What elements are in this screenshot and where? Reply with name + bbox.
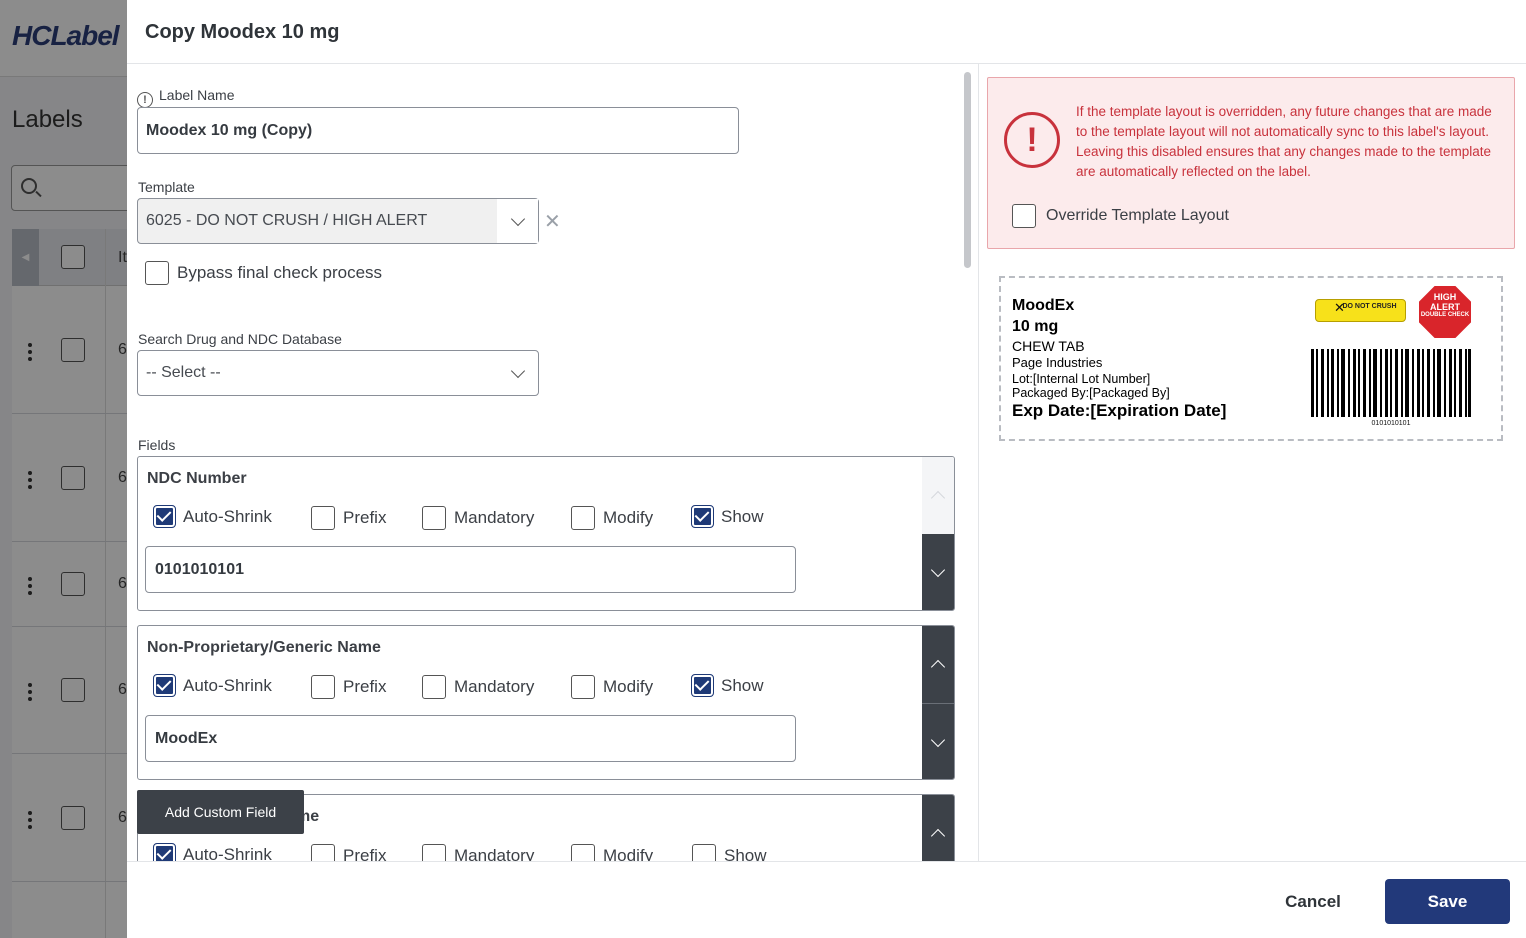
clear-template-icon[interactable]: ✕ (544, 209, 561, 234)
barcode-number: 0101010101 (1371, 420, 1411, 427)
field-value-input[interactable]: 0101010101 (145, 546, 796, 593)
field-value-input[interactable]: MoodEx (145, 715, 796, 762)
label-name-label: ! Label Name (137, 87, 235, 108)
label-preview: MoodEx 10 mg CHEW TAB Page Industries Lo… (999, 276, 1503, 441)
template-select[interactable]: 6025 - DO NOT CRUSH / HIGH ALERT (137, 198, 539, 244)
auto-shrink-option[interactable]: Auto-Shrink (153, 843, 272, 861)
cancel-button[interactable]: Cancel (1277, 880, 1349, 924)
prefix-checkbox[interactable] (311, 675, 335, 699)
move-up-button[interactable] (922, 457, 954, 534)
modify-checkbox[interactable] (571, 844, 595, 861)
chevron-down-icon (930, 562, 946, 578)
show-checkbox[interactable] (691, 505, 714, 528)
mandatory-checkbox[interactable] (422, 844, 446, 861)
save-button[interactable]: Save (1385, 879, 1510, 924)
bypass-final-check[interactable]: Bypass final check process (145, 261, 382, 285)
show-option[interactable]: Show (691, 674, 764, 697)
barcode-icon (1311, 349, 1471, 417)
override-warning: ! If the template layout is overridden, … (987, 77, 1515, 249)
prefix-checkbox[interactable] (311, 844, 335, 861)
mandatory-checkbox[interactable] (422, 675, 446, 699)
preview-pane: ! If the template layout is overridden, … (978, 64, 1526, 861)
chevron-down-icon (930, 732, 946, 748)
mandatory-checkbox[interactable] (422, 506, 446, 530)
fields-label: Fields (138, 437, 176, 453)
mandatory-option[interactable]: Mandatory (422, 844, 534, 861)
add-custom-field-button[interactable]: Add Custom Field (137, 790, 304, 834)
chevron-up-icon (930, 828, 946, 844)
do-not-crush-icon: DO NOT CRUSH (1315, 299, 1406, 322)
field-title: NDC Number (147, 470, 247, 487)
template-label: Template (138, 179, 195, 195)
modal-header: Copy Moodex 10 mg (127, 0, 1526, 64)
show-checkbox[interactable] (692, 844, 716, 861)
modify-option[interactable]: Modify (571, 844, 653, 861)
chevron-up-icon (930, 490, 946, 506)
preview-form: CHEW TAB (1012, 338, 1085, 354)
override-checkbox[interactable] (1012, 204, 1036, 228)
bypass-checkbox[interactable] (145, 261, 169, 285)
chevron-up-icon (930, 659, 946, 675)
preview-lot: Lot:[Internal Lot Number] (1012, 372, 1151, 386)
high-alert-icon: HIGH ALERT DOUBLE CHECK (1419, 286, 1471, 338)
override-template-layout[interactable]: Override Template Layout (1012, 204, 1229, 228)
chevron-down-icon[interactable] (497, 351, 538, 395)
label-form: ! Label Name Moodex 10 mg (Copy) Template… (127, 64, 978, 861)
mandatory-option[interactable]: Mandatory (422, 506, 534, 530)
move-up-button[interactable] (922, 795, 954, 861)
scrollbar-thumb[interactable] (964, 72, 971, 268)
show-option[interactable]: Show (691, 505, 764, 528)
prefix-option[interactable]: Prefix (311, 675, 386, 699)
modify-checkbox[interactable] (571, 506, 595, 530)
mandatory-option[interactable]: Mandatory (422, 675, 534, 699)
preview-exp-date: Exp Date:[Expiration Date] (1012, 401, 1227, 420)
search-drug-select[interactable]: -- Select -- (137, 350, 539, 396)
prefix-option[interactable]: Prefix (311, 506, 386, 530)
modal-title: Copy Moodex 10 mg (145, 21, 340, 43)
show-checkbox[interactable] (691, 674, 714, 697)
modify-checkbox[interactable] (571, 675, 595, 699)
auto-shrink-option[interactable]: Auto-Shrink (153, 674, 272, 697)
warning-text: If the template layout is overridden, an… (1076, 104, 1492, 179)
auto-shrink-checkbox[interactable] (153, 674, 176, 697)
move-up-button[interactable] (922, 626, 954, 703)
copy-label-modal: Copy Moodex 10 mg ! Label Name Moodex 10 … (127, 0, 1526, 938)
prefix-checkbox[interactable] (311, 506, 335, 530)
chevron-down-icon[interactable] (497, 199, 538, 243)
search-drug-label: Search Drug and NDC Database (138, 331, 342, 347)
auto-shrink-option[interactable]: Auto-Shrink (153, 505, 272, 528)
preview-manufacturer: Page Industries (1012, 355, 1103, 370)
preview-strength: 10 mg (1012, 318, 1059, 335)
preview-packaged-by: Packaged By:[Packaged By] (1012, 386, 1170, 400)
preview-brand: MoodEx (1012, 297, 1075, 314)
warning-icon: ! (1004, 112, 1060, 168)
scrollbar[interactable] (964, 72, 972, 861)
field-card-generic-name: Non-Proprietary/Generic Name Auto-Shrink… (137, 625, 955, 780)
auto-shrink-checkbox[interactable] (153, 505, 176, 528)
label-name-input[interactable]: Moodex 10 mg (Copy) (137, 107, 739, 154)
modify-option[interactable]: Modify (571, 675, 653, 699)
field-card-ndc-number: NDC Number Auto-Shrink Prefix Mandatory … (137, 456, 955, 611)
modal-footer: Cancel Save (127, 861, 1526, 938)
move-down-button[interactable] (922, 534, 954, 610)
info-icon: ! (137, 92, 153, 108)
field-title: Non-Proprietary/Generic Name (147, 639, 381, 656)
modify-option[interactable]: Modify (571, 506, 653, 530)
show-option[interactable]: Show (692, 844, 767, 861)
move-down-button[interactable] (922, 703, 954, 779)
auto-shrink-checkbox[interactable] (153, 843, 176, 861)
prefix-option[interactable]: Prefix (311, 844, 386, 861)
